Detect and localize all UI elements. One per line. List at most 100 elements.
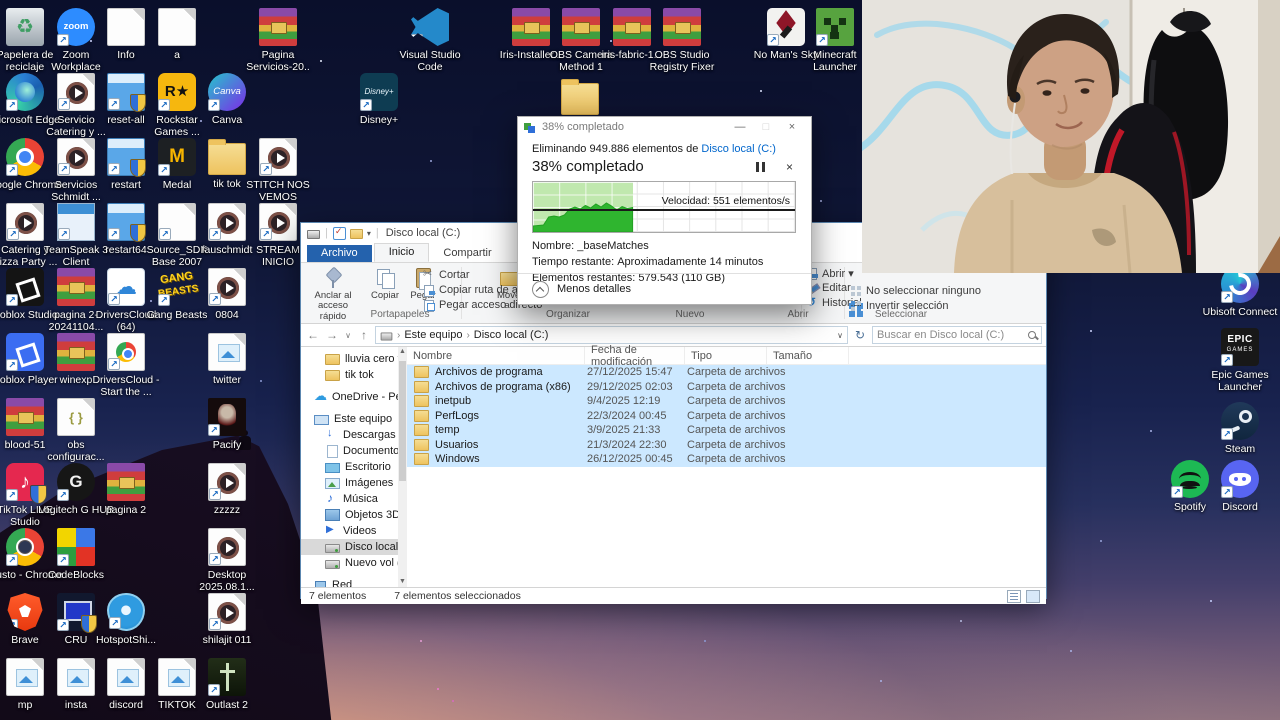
up-icon[interactable]: ↑ [356,328,372,342]
nav-item[interactable]: OneDrive - Personal [301,388,407,405]
desktop-icon[interactable]: OBS Studio Registry Fixer [644,8,720,74]
desktop-icon[interactable]: Disney+ [341,73,417,126]
tab-compartir[interactable]: Compartir [429,245,505,262]
open-item[interactable]: Abrir ▾ [806,266,854,280]
nav-item[interactable]: Descargas [301,427,407,443]
nav-item[interactable]: Documentos [301,443,407,459]
file-row[interactable]: Archivos de programa (x86) 29/12/2025 02:… [407,379,1046,394]
qat-dropdown-icon[interactable]: ▾ [367,229,371,238]
thumbnail-view-icon[interactable] [1026,590,1040,603]
nav-item[interactable]: Música [301,491,407,507]
search-input[interactable]: Buscar en Disco local (C:) [872,326,1042,344]
pause-button[interactable] [754,161,768,173]
cloud-icon [314,388,327,404]
dialog-title: 38% completado [542,121,624,133]
desktop-icon[interactable]: 0804 [189,268,265,321]
nav-item[interactable]: Red [301,577,407,587]
desktop-icon[interactable]: pagina 2 [88,463,164,516]
recent-locations-icon[interactable]: ∨ [343,331,353,340]
desktop-icon[interactable]: CodeBlocks [38,528,114,581]
ribbon-group-label: Portapapeles [370,309,430,320]
desktop-icon-label: Steam [1224,443,1256,455]
breadcrumb-local-disk[interactable]: Disco local (C:) [474,329,549,341]
desktop-icon[interactable]: Desktop 2025.08.1... [189,528,265,594]
nav-item[interactable]: Videos [301,523,407,539]
desktop-icon[interactable]: Canva [189,73,265,126]
desktop-icon[interactable]: obs configurac... [38,398,114,464]
desktop-icon[interactable]: HotspotShi... [88,593,164,646]
details-toggle[interactable]: Menos detalles [518,273,811,304]
desktop-icon[interactable]: Outlast 2 [189,658,265,711]
nav-item-label: Imágenes [345,477,394,489]
nav-scrollbar[interactable]: ▲ ▼ [398,347,407,587]
copy-icon [373,267,397,289]
steam-icon [1221,402,1259,440]
file-row[interactable]: PerfLogs 22/3/2024 00:45 Carpeta de archiv… [407,408,1046,423]
desktop-icon[interactable]: Ubisoft Connect [1202,265,1278,318]
nav-item[interactable]: Nuevo vol (D:) [301,555,407,571]
file-type: Carpeta de archivos [687,366,786,379]
status-bar: 7 elementos 7 elementos seleccionados [301,587,1046,604]
tab-archivo[interactable]: Archivo [307,245,372,262]
close-icon[interactable]: × [779,121,805,133]
file-row[interactable]: Windows 26/12/2025 00:45 Carpeta de archiv… [407,452,1046,467]
codeblocks-icon [57,528,95,566]
desktop-icon[interactable]: Pacify [189,398,265,451]
properties-icon[interactable] [332,226,346,240]
desktop-icon[interactable]: Pagina Servicios-20.. [240,8,316,74]
tab-inicio[interactable]: Inicio [373,243,430,262]
forward-icon[interactable]: → [324,328,340,342]
nav-item[interactable]: Imágenes [301,475,407,491]
nav-item[interactable]: Este equipo [301,411,407,427]
desktop-icon[interactable]: Visual Studio Code [392,8,468,74]
desktop-icon[interactable]: STITCH NOS VEMOS [240,138,316,204]
desktop-icon[interactable]: DriversCloud - Start the ... [88,333,164,399]
file-row[interactable]: Archivos de programa 27/12/2025 15:47 Carp… [407,365,1046,380]
breadcrumb[interactable]: › Este equipo › Disco local (C:) ∨ [375,326,848,344]
net-icon [314,579,327,587]
nav-item[interactable]: Disco local (C:) [301,539,407,555]
nav-item[interactable]: Escritorio [301,459,407,475]
file-list-pane: Nombre Fecha de modificación Tipo Tamaño… [407,344,1046,587]
desktop-icon[interactable]: zzzzz [189,463,265,516]
column-tamano[interactable]: Tamaño [767,347,849,364]
file-name: Usuarios [435,438,479,451]
dialog-title-bar[interactable]: 38% completado — □ × [518,117,811,137]
address-dropdown-icon[interactable]: ∨ [837,331,843,340]
back-icon[interactable]: ← [305,328,321,342]
file-row[interactable]: Usuarios 21/3/2024 22:30 Carpeta de archiv… [407,437,1046,452]
nav-item[interactable]: tik tok [301,367,407,383]
column-tipo[interactable]: Tipo [685,347,767,364]
column-nombre[interactable]: Nombre [407,347,585,364]
open-item[interactable]: Editar [806,281,851,295]
file-row[interactable]: temp 3/9/2025 21:33 Carpeta de archivos [407,423,1046,438]
source-location-link[interactable]: Disco local (C:) [701,143,776,155]
desktop-icon[interactable]: shilajit 011 [189,593,265,646]
file-date: 22/3/2024 00:45 [587,409,667,422]
desktop-icon[interactable]: a [139,8,215,61]
clipboard-item[interactable]: Cortar [423,267,470,282]
desktop-icon[interactable]: Epic Games Launcher [1202,328,1278,394]
nav-item[interactable]: lluvia cero videos [301,351,407,367]
minimize-icon[interactable]: — [727,121,753,133]
canva-icon [208,73,246,111]
select-item[interactable]: No seleccionar ninguno [850,284,981,298]
outlast-icon [208,658,246,696]
json-icon [57,398,95,436]
cancel-button[interactable]: × [786,160,793,174]
desktop-icon[interactable]: Discord [1202,460,1278,513]
folder-icon [414,424,429,437]
desktop-icon[interactable]: Steam [1202,402,1278,455]
route-icon [423,284,435,297]
desktop-icon-label: Pagina Servicios-20.. [246,49,310,74]
search-icon[interactable] [1028,330,1037,340]
file-row[interactable]: inetpub 9/4/2025 12:19 Carpeta de archivos [407,394,1046,409]
scrollbar-thumb[interactable] [399,361,406,481]
details-view-icon[interactable] [1007,590,1021,603]
new-folder-icon[interactable] [349,229,363,239]
column-fecha[interactable]: Fecha de modificación [585,344,685,368]
breadcrumb-this-pc[interactable]: Este equipo [404,329,462,341]
nav-item[interactable]: Objetos 3D [301,507,407,523]
desktop-icon[interactable]: twitter [189,333,265,386]
refresh-icon[interactable]: ↻ [851,328,869,342]
